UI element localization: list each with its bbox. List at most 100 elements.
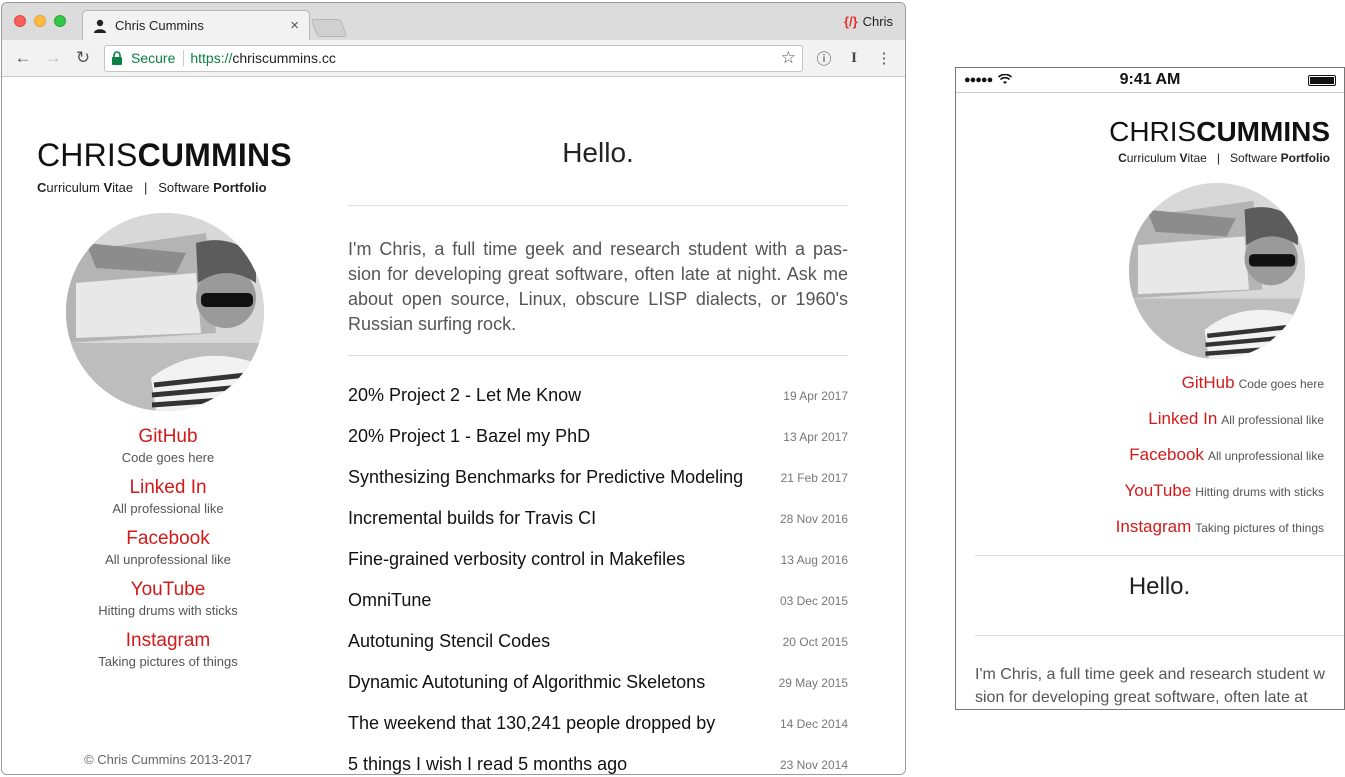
post-item[interactable]: Incremental builds for Travis CI 28 Nov 2… (348, 498, 848, 539)
youtube-link[interactable]: YouTube (37, 578, 299, 602)
post-item[interactable]: 5 things I wish I read 5 months ago 23 No… (348, 744, 848, 774)
social-linkedin[interactable]: Linked In All professional like (37, 476, 299, 517)
mobile-social-youtube[interactable]: YouTube Hitting drums with sticks (1116, 481, 1324, 517)
minimize-window-button[interactable] (34, 15, 46, 27)
mobile-profile-photo (1129, 183, 1305, 359)
mobile-site-brand[interactable]: CHRISCUMMINS Curriculum Vitae | Software… (1109, 116, 1330, 165)
post-item[interactable]: OmniTune 03 Dec 2015 (348, 580, 848, 621)
divider (348, 205, 848, 206)
mobile-site-subtitle: Curriculum Vitae | Software Portfolio (1118, 151, 1330, 165)
post-item[interactable]: Synthesizing Benchmarks for Predictive M… (348, 457, 848, 498)
post-list: 20% Project 2 - Let Me Know 19 Apr 2017 2… (348, 375, 848, 774)
site-subtitle: Curriculum Vitae | Software Portfolio (37, 180, 267, 195)
menu-icon[interactable]: ⋮ (871, 45, 897, 71)
post-date: 23 Nov 2014 (779, 757, 848, 772)
post-item[interactable]: 20% Project 1 - Bazel my PhD 13 Apr 2017 (348, 416, 848, 457)
divider (956, 92, 1344, 93)
facebook-link[interactable]: Facebook (37, 527, 299, 551)
social-github[interactable]: GitHub Code goes here (37, 425, 299, 466)
profile-button[interactable]: {/} Chris (844, 14, 893, 29)
address-bar[interactable]: Secure https:// chriscummins.cc ☆ (104, 44, 803, 72)
post-title[interactable]: OmniTune (348, 590, 431, 611)
reload-button[interactable]: ↻ (70, 45, 96, 71)
browser-tab[interactable]: Chris Cummins × (82, 10, 310, 40)
facebook-desc: All unprofessional like (105, 552, 231, 567)
intro-text: I'm Chris, a full time geek and research… (348, 239, 848, 334)
person-icon (93, 19, 107, 33)
post-item[interactable]: 20% Project 2 - Let Me Know 19 Apr 2017 (348, 375, 848, 416)
linkedin-desc: All professional like (112, 501, 224, 516)
back-button[interactable]: ← (10, 45, 36, 71)
social-youtube[interactable]: YouTube Hitting drums with sticks (37, 578, 299, 619)
lock-icon (111, 51, 125, 65)
post-title[interactable]: Synthesizing Benchmarks for Predictive M… (348, 467, 743, 488)
forward-button[interactable]: → (40, 45, 66, 71)
page-heading: Hello. (562, 137, 634, 168)
post-date: 29 May 2015 (778, 675, 848, 690)
new-tab-button[interactable] (310, 19, 348, 37)
instagram-link[interactable]: Instagram (37, 629, 299, 653)
post-date: 13 Apr 2017 (783, 429, 848, 444)
maximize-window-button[interactable] (54, 15, 66, 27)
post-item[interactable]: Dynamic Autotuning of Algorithmic Skelet… (348, 662, 848, 703)
secure-label: Secure (131, 50, 185, 66)
mobile-social-linkedin[interactable]: Linked In All professional like (1116, 409, 1324, 445)
social-instagram[interactable]: Instagram Taking pictures of things (37, 629, 299, 670)
post-date: 14 Dec 2014 (779, 716, 848, 731)
url-host: chriscummins.cc (232, 50, 336, 66)
code-icon: {/} (843, 14, 858, 29)
post-date: 03 Dec 2015 (779, 593, 848, 608)
mobile-site-logo: CHRISCUMMINS (1109, 116, 1330, 147)
site-logo: CHRISCUMMINS (37, 137, 292, 173)
post-date: 28 Nov 2016 (779, 511, 848, 526)
linkedin-link[interactable]: Linked In (37, 476, 299, 500)
site-brand[interactable]: CHRISCUMMINS Curriculum Vitae | Software… (37, 137, 293, 195)
post-date: 19 Apr 2017 (783, 388, 848, 403)
page-viewport: CHRISCUMMINS Curriculum Vitae | Software… (2, 77, 905, 774)
youtube-desc: Hitting drums with sticks (98, 603, 238, 618)
battery-icon (1308, 75, 1336, 86)
close-window-button[interactable] (14, 15, 26, 27)
github-desc: Code goes here (121, 450, 215, 465)
status-time: 9:41 AM (1119, 71, 1181, 88)
url-scheme: https:// (190, 50, 233, 66)
post-title[interactable]: 20% Project 1 - Bazel my PhD (348, 426, 590, 447)
post-title[interactable]: 20% Project 2 - Let Me Know (348, 385, 581, 406)
github-link[interactable]: GitHub (37, 425, 299, 449)
mobile-social-instagram[interactable]: Instagram Taking pictures of things (1116, 517, 1324, 553)
social-links: GitHub Code goes here Linked In All prof… (37, 425, 299, 680)
post-title[interactable]: 5 things I wish I read 5 months ago (348, 754, 627, 774)
post-date: 13 Aug 2016 (780, 552, 848, 567)
social-facebook[interactable]: Facebook All unprofessional like (37, 527, 299, 568)
copyright: © Chris Cummins 2013-2017 (84, 752, 252, 767)
browser-window: Chris Cummins × {/} Chris ← → ↻ Secure h… (1, 2, 906, 775)
bookmark-star-icon[interactable]: ☆ (781, 48, 796, 68)
post-date: 20 Oct 2015 (782, 634, 848, 649)
mobile-intro-text: I'm Chris, a full time geek and research… (975, 666, 1325, 706)
mobile-social-facebook[interactable]: Facebook All unprofessional like (1116, 445, 1324, 481)
divider (348, 355, 848, 356)
post-title[interactable]: Fine-grained verbosity control in Makefi… (348, 549, 685, 570)
status-bar: ●●●●● 9:41 AM (956, 68, 1344, 92)
browser-toolbar: ← → ↻ Secure https:// chriscummins.cc ☆ … (2, 40, 905, 77)
post-item[interactable]: The weekend that 130,241 people dropped … (348, 703, 848, 744)
tab-close-button[interactable]: × (290, 17, 299, 34)
mobile-social-github[interactable]: GitHub Code goes here (1116, 373, 1324, 409)
post-date: 21 Feb 2017 (780, 470, 848, 485)
post-item[interactable]: Fine-grained verbosity control in Makefi… (348, 539, 848, 580)
instagram-desc: Taking pictures of things (98, 654, 238, 669)
tab-strip: Chris Cummins × {/} Chris (2, 3, 905, 40)
main-content: Hello. I'm Chris, a full time geek and r… (348, 77, 848, 774)
profile-photo (66, 213, 264, 411)
profile-name: Chris (862, 14, 893, 29)
tab-title: Chris Cummins (115, 18, 204, 33)
divider (975, 635, 1344, 636)
post-title[interactable]: The weekend that 130,241 people dropped … (348, 713, 715, 734)
post-title[interactable]: Incremental builds for Travis CI (348, 508, 596, 529)
text-extension-icon[interactable]: I (841, 45, 867, 71)
post-item[interactable]: Autotuning Stencil Codes 20 Oct 2015 (348, 621, 848, 662)
post-title[interactable]: Dynamic Autotuning of Algorithmic Skelet… (348, 672, 705, 693)
info-extension-icon[interactable]: ⓘ (811, 45, 837, 71)
post-title[interactable]: Autotuning Stencil Codes (348, 631, 550, 652)
divider (975, 555, 1344, 556)
